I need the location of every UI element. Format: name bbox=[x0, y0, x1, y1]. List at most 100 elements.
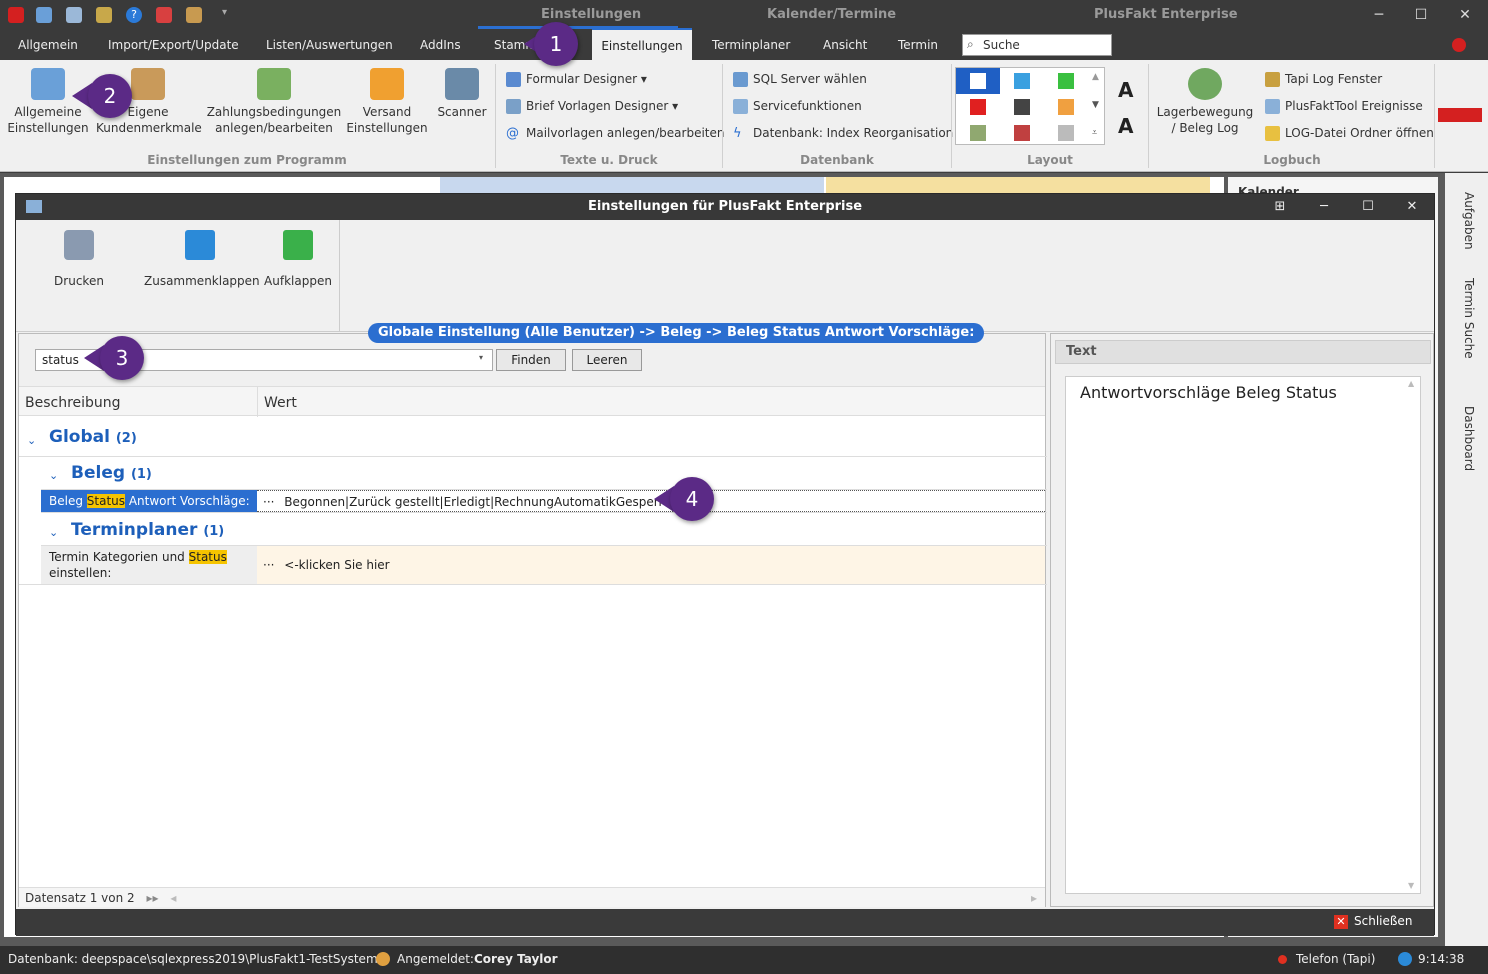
dock-termin-suche[interactable]: Termin Suche bbox=[1462, 278, 1476, 359]
dialog-toolbar: Drucken Zusammenklappen Aufklappen bbox=[16, 220, 1434, 332]
settings-dialog: Einstellungen für PlusFakt Enterprise ⊞ … bbox=[15, 193, 1435, 936]
text-panel-content[interactable]: Antwortvorschläge Beleg Status ▲ ▼ bbox=[1065, 376, 1421, 894]
layout-icon[interactable] bbox=[970, 99, 986, 115]
zahlungsbedingungen-button[interactable]: Zahlungsbedingungen anlegen/bearbeiten bbox=[206, 68, 342, 136]
tapi-log-button[interactable]: Tapi Log Fenster bbox=[1265, 72, 1382, 87]
drucken-button[interactable]: Drucken bbox=[46, 230, 112, 288]
servicefunktionen-button[interactable]: Servicefunktionen bbox=[733, 99, 862, 114]
user-icon bbox=[376, 952, 390, 966]
brief-vorlagen-button[interactable]: Brief Vorlagen Designer ▾ bbox=[506, 99, 678, 114]
log-icon bbox=[1265, 72, 1280, 87]
menu-listen[interactable]: Listen/Auswertungen bbox=[266, 38, 393, 52]
scroll-up-icon[interactable]: ▲ bbox=[1408, 379, 1414, 388]
ellipsis-button[interactable]: ··· bbox=[263, 495, 274, 509]
dialog-layout-icon[interactable]: ⊞ bbox=[1260, 194, 1300, 220]
zusammenklappen-button[interactable]: Zusammenklappen bbox=[144, 230, 260, 288]
chevron-down-icon[interactable]: ⌄ bbox=[27, 434, 36, 447]
layout-icon[interactable] bbox=[970, 125, 986, 141]
gallery-expand-icon[interactable]: ⩡ bbox=[1092, 128, 1097, 138]
monitor-icon[interactable] bbox=[66, 7, 82, 23]
next-record-icon[interactable]: ▸▸ bbox=[147, 891, 159, 905]
log-ordner-button[interactable]: LOG-Datei Ordner öffnen bbox=[1265, 126, 1434, 141]
find-dropdown-icon[interactable]: ▾ bbox=[479, 353, 483, 362]
quick-access-dropdown-icon[interactable]: ▾ bbox=[222, 7, 238, 23]
layout-icon[interactable] bbox=[1058, 99, 1074, 115]
user-status-icon[interactable] bbox=[1452, 38, 1466, 52]
lagerbewegung-button[interactable]: Lagerbewegung / Beleg Log bbox=[1154, 68, 1256, 136]
row-divider bbox=[19, 584, 1047, 585]
menu-addins[interactable]: AddIns bbox=[420, 38, 461, 52]
font-decrease-icon[interactable]: A bbox=[1118, 114, 1133, 138]
maximize-button[interactable]: ☐ bbox=[1406, 4, 1436, 26]
dialog-maximize-button[interactable]: ☐ bbox=[1348, 194, 1388, 220]
dock-aufgaben[interactable]: Aufgaben bbox=[1462, 192, 1476, 250]
setting-value-termin-kategorien[interactable]: ··· <-klicken Sie hier bbox=[257, 546, 1045, 584]
aufklappen-button[interactable]: Aufklappen bbox=[264, 230, 332, 288]
layout-icon[interactable] bbox=[1058, 73, 1074, 89]
group-global[interactable]: Global (2) bbox=[49, 427, 137, 447]
calendar-icon[interactable] bbox=[186, 7, 202, 23]
settings-panel: status ▾ Finden Leeren Beschreibung Wert… bbox=[18, 333, 1047, 908]
versand-einstellungen-button[interactable]: Versand Einstellungen bbox=[346, 68, 428, 136]
font-increase-icon[interactable]: A bbox=[1118, 78, 1133, 102]
menu-termin[interactable]: Termin bbox=[898, 38, 938, 52]
mail-icon[interactable] bbox=[156, 7, 172, 23]
sync-icon bbox=[1398, 952, 1412, 966]
chevron-down-icon[interactable]: ⌄ bbox=[49, 469, 58, 482]
phone-status[interactable]: Telefon (Tapi) bbox=[1296, 952, 1375, 966]
close-button[interactable]: ✕ bbox=[1450, 4, 1480, 26]
minimize-button[interactable]: ─ bbox=[1364, 4, 1394, 26]
setting-row-beleg-status[interactable]: Beleg Status Antwort Vorschläge: bbox=[41, 490, 257, 512]
search-input[interactable]: Suche bbox=[962, 34, 1112, 56]
toolbar-separator bbox=[339, 220, 340, 332]
chevron-down-icon[interactable]: ⌄ bbox=[49, 526, 58, 539]
setting-value-beleg-status[interactable]: ··· Begonnen|Zurück gestellt|Erledigt|Re… bbox=[257, 490, 1045, 512]
layout-icon[interactable] bbox=[1014, 73, 1030, 89]
scroll-left-icon[interactable]: ◂ bbox=[170, 891, 176, 905]
layout-icon[interactable] bbox=[1014, 125, 1030, 141]
sql-server-button[interactable]: SQL Server wählen bbox=[733, 72, 867, 87]
menu-allgemein[interactable]: Allgemein bbox=[18, 38, 78, 52]
menu-ansicht[interactable]: Ansicht bbox=[823, 38, 867, 52]
letter-icon bbox=[506, 99, 521, 114]
context-tab-kalender: Kalender/Termine bbox=[767, 7, 897, 22]
gallery-scroll-down-icon[interactable]: ▼ bbox=[1092, 100, 1099, 110]
dialog-minimize-button[interactable]: ─ bbox=[1304, 194, 1344, 220]
column-beschreibung[interactable]: Beschreibung bbox=[25, 395, 121, 411]
layout-gallery[interactable]: ▲ ▼ ⩡ bbox=[955, 67, 1105, 145]
layout-icon[interactable] bbox=[1014, 99, 1030, 115]
mailvorlagen-button[interactable]: @ Mailvorlagen anlegen/bearbeiten bbox=[506, 126, 725, 141]
close-x-icon[interactable]: ✕ bbox=[1334, 915, 1348, 929]
stock-movement-icon bbox=[1188, 68, 1222, 100]
menu-einstellungen[interactable]: Einstellungen bbox=[592, 28, 692, 60]
users-icon[interactable] bbox=[36, 7, 52, 23]
callout-1: 1 bbox=[534, 22, 578, 66]
clear-button[interactable]: Leeren bbox=[572, 349, 642, 371]
setting-row-termin-kategorien[interactable]: Termin Kategorien und Status einstellen: bbox=[41, 546, 257, 584]
plusfakttool-ereignisse-button[interactable]: PlusFaktTool Ereignisse bbox=[1265, 99, 1423, 114]
dialog-close-button[interactable]: ✕ bbox=[1392, 194, 1432, 220]
menu-bar: Allgemein Import/Export/Update Listen/Au… bbox=[0, 30, 1488, 60]
folder-icon[interactable] bbox=[96, 7, 112, 23]
menu-import-export[interactable]: Import/Export/Update bbox=[108, 38, 239, 52]
dock-dashboard[interactable]: Dashboard bbox=[1462, 406, 1476, 471]
context-tab-einstellungen: Einstellungen bbox=[541, 7, 642, 22]
scanner-button[interactable]: Scanner bbox=[432, 68, 492, 120]
app-icon[interactable] bbox=[8, 7, 24, 23]
group-beleg[interactable]: Beleg (1) bbox=[71, 463, 152, 483]
events-icon bbox=[1265, 99, 1280, 114]
schliessen-button[interactable]: Schließen bbox=[1354, 914, 1412, 928]
scroll-down-icon[interactable]: ▼ bbox=[1408, 881, 1414, 890]
column-wert[interactable]: Wert bbox=[264, 395, 297, 411]
scroll-right-icon[interactable]: ▸ bbox=[1031, 888, 1037, 908]
group-label-logbuch: Logbuch bbox=[1263, 153, 1321, 167]
help-icon[interactable]: ? bbox=[126, 7, 142, 23]
gallery-scroll-up-icon[interactable]: ▲ bbox=[1092, 72, 1099, 82]
index-reorg-button[interactable]: ϟ Datenbank: Index Reorganisation bbox=[733, 126, 953, 141]
formular-designer-button[interactable]: Formular Designer ▾ bbox=[506, 72, 647, 87]
menu-terminplaner[interactable]: Terminplaner bbox=[712, 38, 790, 52]
ellipsis-button[interactable]: ··· bbox=[263, 558, 274, 572]
group-terminplaner[interactable]: Terminplaner (1) bbox=[71, 520, 224, 540]
find-button[interactable]: Finden bbox=[496, 349, 566, 371]
layout-icon[interactable] bbox=[1058, 125, 1074, 141]
